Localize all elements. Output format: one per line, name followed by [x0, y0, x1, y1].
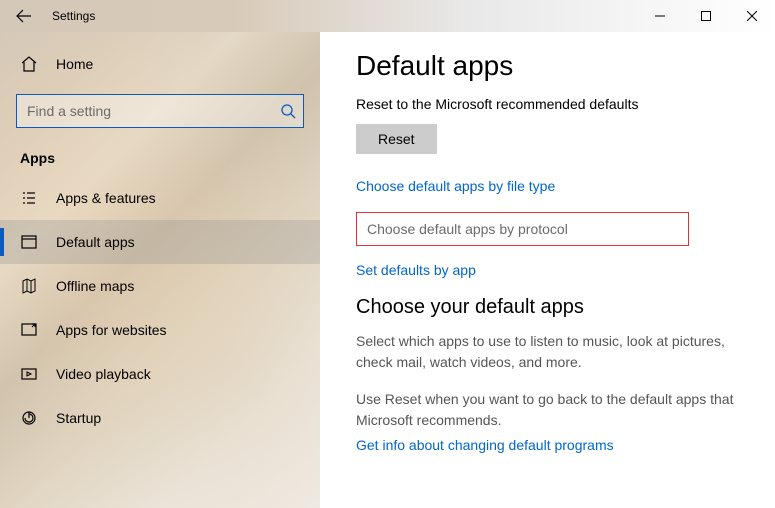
list-icon — [20, 189, 38, 207]
sidebar-item-label: Video playback — [56, 366, 151, 382]
section-title: Apps — [0, 144, 320, 176]
sidebar-item-label: Startup — [56, 410, 101, 426]
back-button[interactable] — [0, 0, 48, 32]
sidebar-item-offline-maps[interactable]: Offline maps — [0, 264, 320, 308]
sidebar-item-label: Apps & features — [56, 190, 156, 206]
sidebar-item-label: Apps for websites — [56, 322, 167, 338]
reset-button[interactable]: Reset — [356, 124, 437, 154]
page-title: Default apps — [356, 50, 747, 82]
minimize-button[interactable] — [637, 0, 683, 32]
video-icon — [20, 365, 38, 383]
sidebar-item-label: Default apps — [56, 234, 135, 250]
sidebar: Home Apps Apps & features Default apps — [0, 32, 320, 508]
startup-icon — [20, 409, 38, 427]
choose-description-1: Select which apps to use to listen to mu… — [356, 331, 747, 373]
home-icon — [20, 55, 38, 73]
sidebar-item-video-playback[interactable]: Video playback — [0, 352, 320, 396]
websites-icon — [20, 321, 38, 339]
search-icon — [280, 103, 296, 119]
choose-heading: Choose your default apps — [356, 296, 747, 319]
search-container — [16, 94, 304, 128]
sidebar-item-apps-websites[interactable]: Apps for websites — [0, 308, 320, 352]
minimize-icon — [655, 11, 665, 21]
default-apps-icon — [20, 233, 38, 251]
home-label: Home — [56, 56, 93, 72]
search-input[interactable] — [16, 94, 304, 128]
link-get-info[interactable]: Get info about changing default programs — [356, 437, 614, 453]
titlebar: Settings — [0, 0, 775, 32]
reset-description: Reset to the Microsoft recommended defau… — [356, 96, 747, 112]
link-default-by-filetype[interactable]: Choose default apps by file type — [356, 178, 747, 194]
close-icon — [747, 11, 757, 21]
link-default-by-protocol[interactable]: Choose default apps by protocol — [356, 212, 689, 246]
window-controls — [637, 0, 775, 32]
close-button[interactable] — [729, 0, 775, 32]
maximize-button[interactable] — [683, 0, 729, 32]
choose-description-2: Use Reset when you want to go back to th… — [356, 389, 747, 431]
back-arrow-icon — [16, 8, 32, 24]
sidebar-item-default-apps[interactable]: Default apps — [0, 220, 320, 264]
sidebar-item-label: Offline maps — [56, 278, 134, 294]
sidebar-item-startup[interactable]: Startup — [0, 396, 320, 440]
home-button[interactable]: Home — [0, 44, 320, 84]
sidebar-item-apps-features[interactable]: Apps & features — [0, 176, 320, 220]
maximize-icon — [701, 11, 711, 21]
link-set-by-app[interactable]: Set defaults by app — [356, 262, 747, 278]
main-content: Default apps Reset to the Microsoft reco… — [320, 32, 775, 508]
map-icon — [20, 277, 38, 295]
window-title: Settings — [52, 9, 95, 23]
